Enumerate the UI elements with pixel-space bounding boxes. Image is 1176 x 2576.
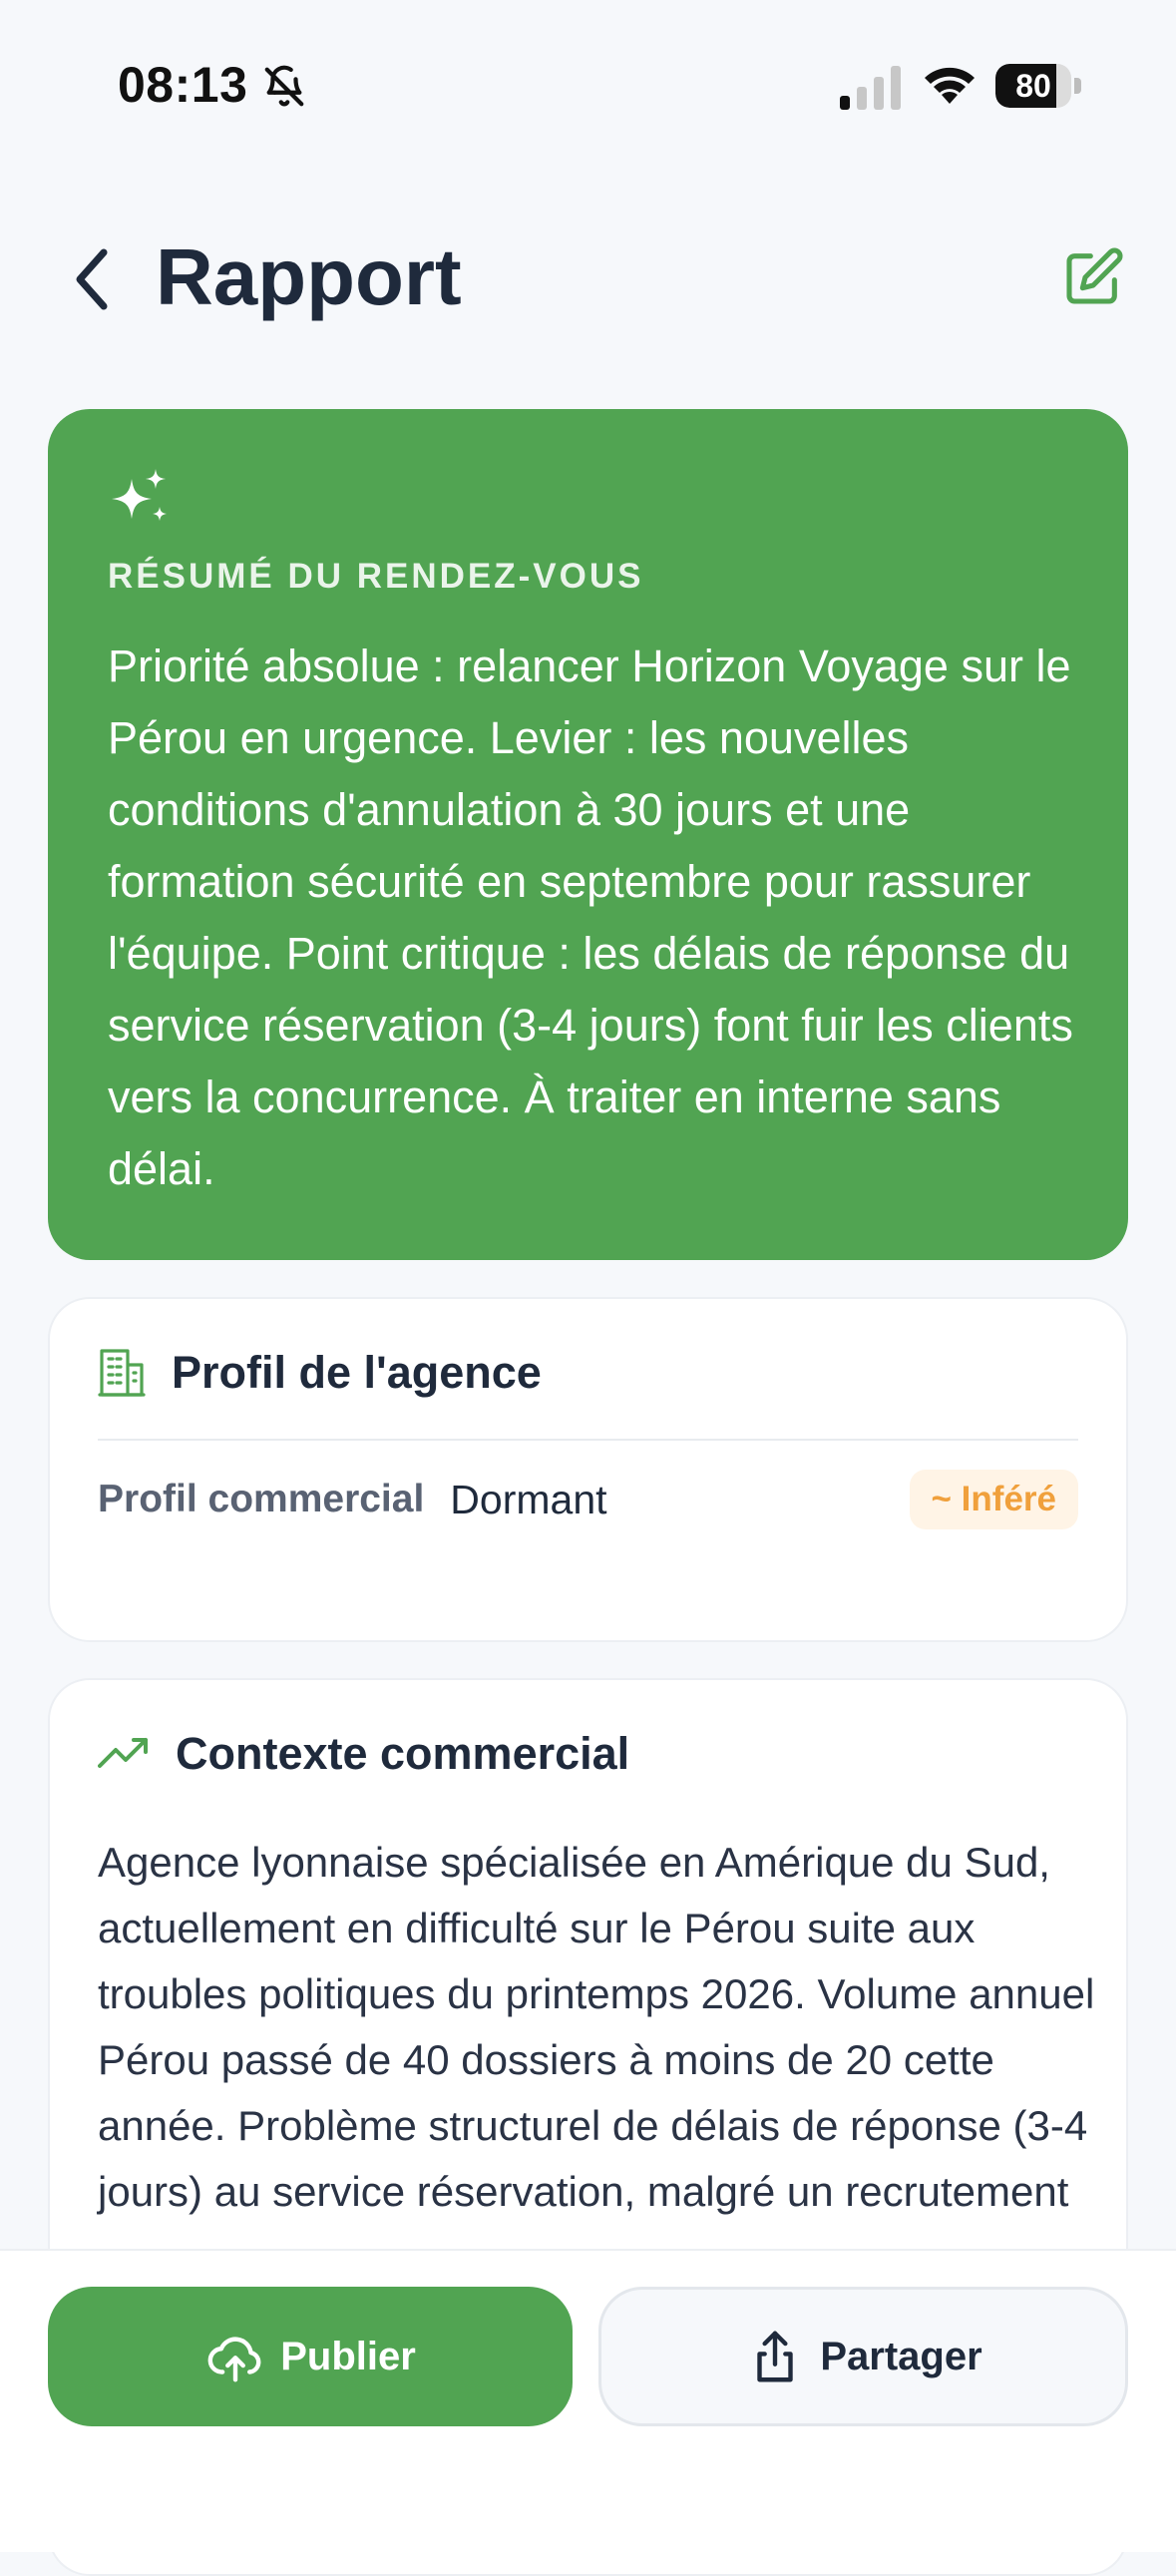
context-title: Contexte commercial [176,1728,630,1779]
back-button[interactable] [62,241,122,317]
divider [98,1439,1078,1441]
battery-indicator: 80 [995,64,1081,108]
summary-label: RÉSUMÉ DU RENDEZ-VOUS [108,557,644,596]
cloud-upload-icon [207,2337,261,2382]
battery-level-text: 80 [1015,68,1051,104]
field-value: Dormant [450,1476,607,1522]
field-label: Profil commercial [98,1478,425,1520]
publish-label: Publier [280,2334,416,2378]
bottom-action-bar: Publier Partager [0,2249,1176,2552]
agency-profile-card: Profil de l'agence Profil commercial Dor… [48,1297,1128,1642]
building-icon [98,1349,146,1397]
sparkles-icon [112,469,167,521]
share-label: Partager [820,2334,982,2378]
chevron-left-icon [76,248,108,310]
trending-up-icon [98,1738,148,1768]
inferred-badge: ~ Inféré [909,1470,1078,1529]
commercial-profile-row: Profil commercial Dormant ~ Inféré [98,1467,1078,1532]
edit-button[interactable] [1061,245,1125,309]
profile-title: Profil de l'agence [172,1347,542,1398]
bell-muted-icon [264,65,304,107]
cellular-signal-icon [840,66,901,110]
wifi-icon [925,67,975,104]
context-text: Agence lyonnaise spécialisée en Amérique… [98,1839,1095,2215]
status-bar: 08:13 80 [0,0,1176,170]
page-header: Rapport [0,219,1176,339]
summary-text: Priorité absolue : relancer Horizon Voya… [108,641,1073,1194]
publish-button[interactable]: Publier [48,2287,573,2426]
meeting-summary-card: RÉSUMÉ DU RENDEZ-VOUS Priorité absolue :… [48,409,1128,1260]
page-title: Rapport [156,232,462,321]
share-button[interactable]: Partager [598,2287,1128,2426]
status-time: 08:13 [118,57,248,113]
share-icon [757,2331,794,2382]
